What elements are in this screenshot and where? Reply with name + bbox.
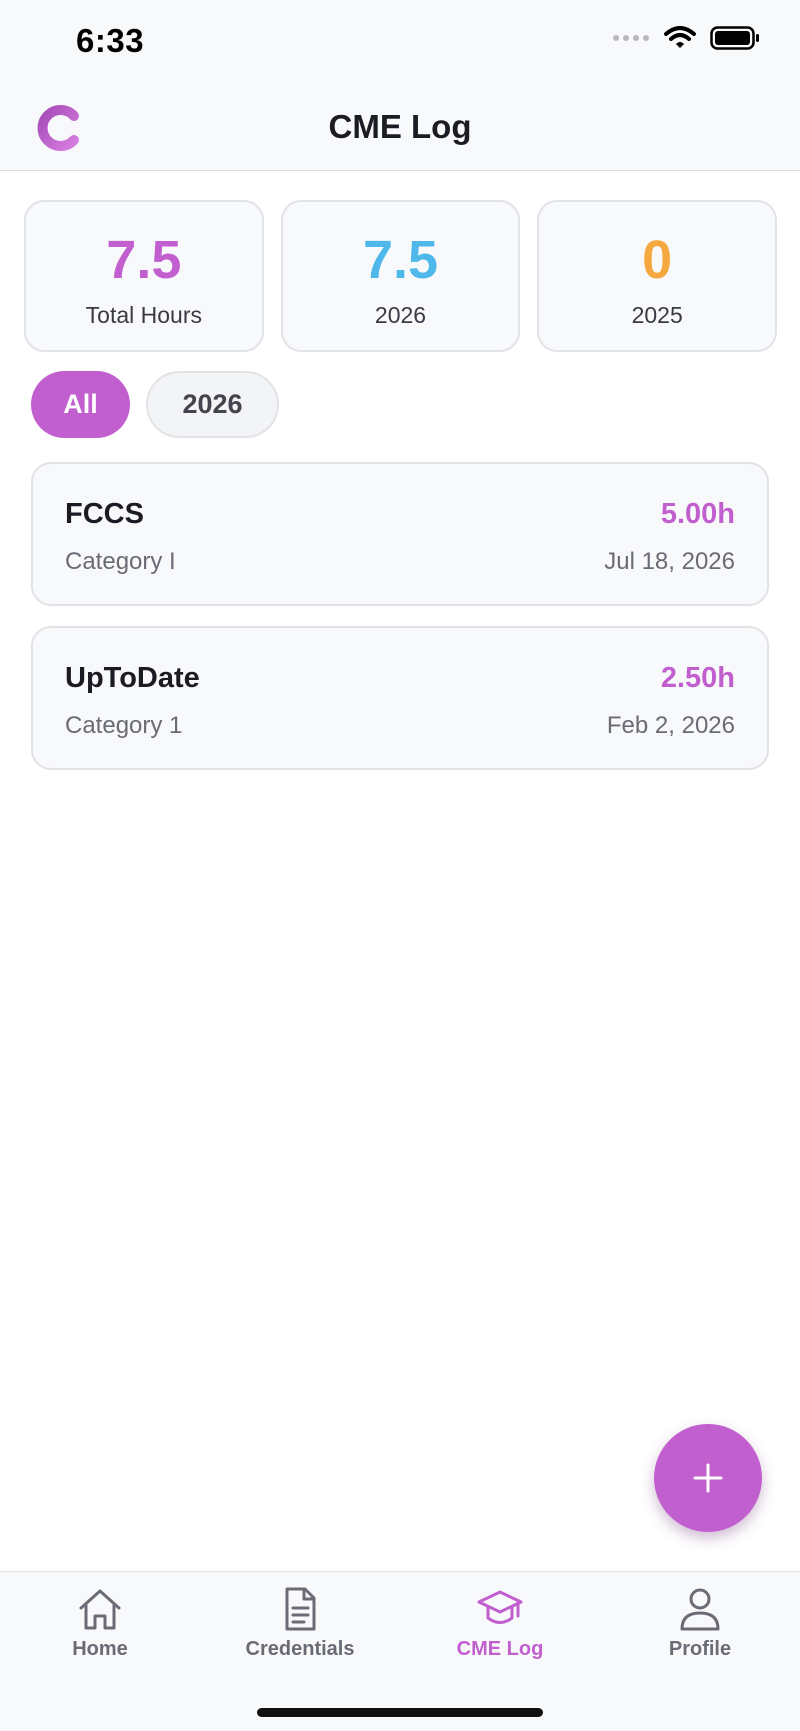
cme-entry-card[interactable]: FCCS 5.00h Category I Jul 18, 2026 <box>31 462 769 606</box>
status-time: 6:33 <box>76 22 145 59</box>
stat-value: 7.5 <box>362 230 439 290</box>
cme-log-screen: 6:33 CME Log 7.5 Total Hours 7.5 2026 0 … <box>0 0 800 1731</box>
stat-card-total-hours: 7.5 Total Hours <box>24 200 264 352</box>
entry-hours: 2.50h <box>660 662 735 694</box>
stat-card-2025: 0 2025 <box>537 200 778 352</box>
user-icon <box>680 1588 720 1631</box>
entry-hours: 5.00h <box>660 498 735 530</box>
home-icon <box>79 1589 121 1630</box>
tab-label: CME Log <box>456 1638 544 1660</box>
stat-label: 2026 <box>374 302 427 328</box>
stat-label: 2025 <box>631 302 683 328</box>
stat-card-2026: 7.5 2026 <box>280 200 521 352</box>
add-entry-button[interactable] <box>654 1424 762 1532</box>
tab-home[interactable]: Home <box>0 1586 200 1676</box>
cme-entry-card[interactable]: UpToDate 2.50h Category 1 Feb 2, 2026 <box>31 626 769 770</box>
tab-label: Credentials <box>245 1638 355 1660</box>
entry-name: FCCS <box>65 498 144 530</box>
signal-icon <box>613 35 649 41</box>
graduation-cap-icon <box>477 1590 523 1624</box>
tab-profile[interactable]: Profile <box>600 1586 800 1676</box>
entry-name: UpToDate <box>65 662 200 694</box>
status-bar: 6:33 <box>0 0 800 88</box>
tab-credentials[interactable]: Credentials <box>200 1586 400 1676</box>
tab-label: Profile <box>668 1638 732 1660</box>
entry-date: Jul 18, 2026 <box>604 548 735 575</box>
tab-label: Home <box>72 1638 128 1660</box>
filter-chip-all[interactable]: All <box>31 371 130 438</box>
entry-category: Category I <box>65 548 176 575</box>
tab-bar: Home Credentials CME Log Profile <box>0 1571 800 1731</box>
header: CME Log <box>0 88 800 171</box>
stat-value: 0 <box>642 230 673 290</box>
home-indicator <box>257 1708 543 1717</box>
entry-category: Category 1 <box>65 712 183 739</box>
battery-icon <box>710 26 759 50</box>
stats-row: 7.5 Total Hours 7.5 2026 0 2025 <box>24 200 778 352</box>
stat-label: Total Hours <box>85 302 202 328</box>
stat-value: 7.5 <box>106 230 182 290</box>
plus-icon <box>693 1463 723 1493</box>
status-icons <box>612 26 760 50</box>
filter-chips: All 2026 <box>31 371 279 438</box>
document-icon <box>285 1587 316 1631</box>
tab-cme-log[interactable]: CME Log <box>400 1586 600 1676</box>
filter-chip-2026[interactable]: 2026 <box>146 371 279 438</box>
page-title: CME Log <box>328 108 472 145</box>
wifi-icon <box>664 26 696 48</box>
entry-date: Feb 2, 2026 <box>606 712 735 739</box>
